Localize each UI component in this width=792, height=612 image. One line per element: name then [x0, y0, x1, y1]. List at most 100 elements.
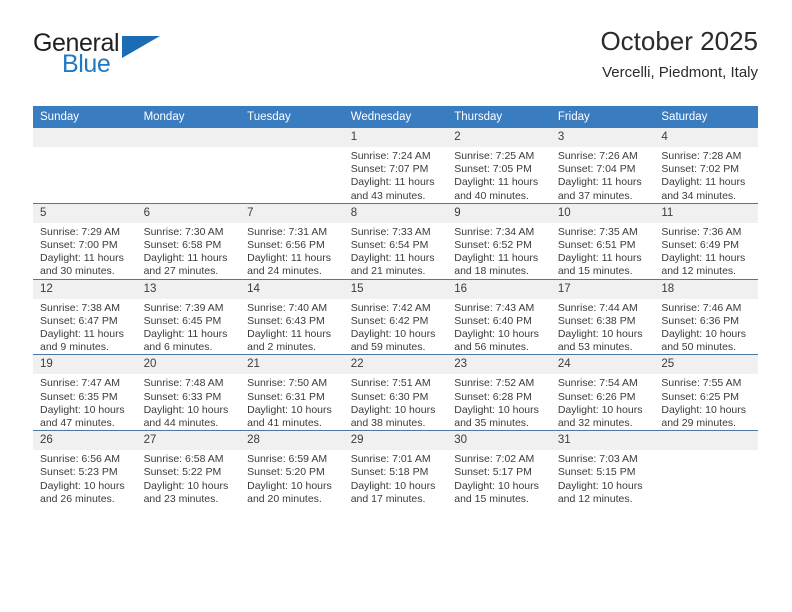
calendar-day-cell[interactable]: 8 Sunrise: 7:33 AM Sunset: 6:54 PM Daylight… — [343, 202, 448, 280]
title-block: October 2025 Vercelli, Piedmont, Italy — [600, 24, 758, 82]
calendar-day-cell[interactable]: 20 Sunrise: 7:48 AM Sunset: 6:33 PM Dayligh… — [136, 354, 241, 431]
sunset-text: Sunset: 7:07 PM — [350, 163, 429, 176]
sunset-text: Sunset: 6:45 PM — [143, 314, 222, 327]
sunset-text: Sunset: 7:05 PM — [454, 163, 532, 176]
day-info: Sunrise: 7:29 AM Sunset: 7:00 PM Daylight:… — [33, 223, 137, 279]
calendar-day-cell[interactable]: 2 Sunrise: 7:25 AM Sunset: 7:05 PM Daylight… — [447, 128, 551, 204]
day-number: 28 — [240, 431, 344, 451]
day-info: Sunrise: 7:34 AM Sunset: 6:52 PM Daylight:… — [447, 223, 551, 279]
calendar-day-cell[interactable]: 23 Sunrise: 7:52 AM Sunset: 6:28 PM Dayligh… — [447, 354, 551, 431]
sunrise-text: Sunrise: 7:25 AM — [454, 150, 535, 162]
day-number: 29 — [343, 431, 448, 451]
daylight-text: Daylight: 11 hours and 6 minutes. — [143, 328, 228, 354]
weekday-header-friday: Friday — [550, 106, 655, 128]
day-number: 1 — [343, 128, 448, 147]
sunrise-text: Sunrise: 7:02 AM — [454, 453, 535, 466]
calendar-day-cell[interactable]: 16 Sunrise: 7:43 AM Sunset: 6:40 PM Dayligh… — [447, 278, 551, 355]
sunrise-text: Sunrise: 7:33 AM — [350, 225, 431, 238]
calendar-day-cell[interactable]: 11 Sunrise: 7:36 AM Sunset: 6:49 PM Dayligh… — [654, 202, 758, 280]
sunrise-text: Sunrise: 7:36 AM — [661, 225, 742, 238]
sunset-text: Sunset: 6:25 PM — [661, 390, 740, 403]
day-info: Sunrise: 6:59 AM Sunset: 5:20 PM Daylight:… — [240, 450, 344, 506]
calendar-day-cell[interactable]: 13 Sunrise: 7:39 AM Sunset: 6:45 PM Dayligh… — [136, 278, 241, 355]
daylight-text: Daylight: 11 hours and 43 minutes. — [350, 176, 435, 202]
daylight-text: Daylight: 10 hours and 15 minutes. — [454, 479, 539, 505]
daylight-text: Daylight: 11 hours and 9 minutes. — [40, 328, 124, 354]
calendar-day-cell[interactable]: 6 Sunrise: 7:30 AM Sunset: 6:58 PM Daylight… — [136, 202, 241, 280]
calendar-day-cell[interactable]: 30 Sunrise: 7:02 AM Sunset: 5:17 PM Dayligh… — [447, 430, 551, 507]
day-number: 8 — [343, 203, 448, 223]
brand-name-blue: Blue — [62, 50, 111, 78]
sunrise-text: Sunrise: 7:55 AM — [661, 377, 742, 390]
calendar-day-cell[interactable]: 24 Sunrise: 7:54 AM Sunset: 6:26 PM Dayligh… — [550, 354, 655, 431]
sunset-text: Sunset: 6:33 PM — [143, 390, 222, 403]
day-number — [136, 128, 241, 147]
calendar-day-cell[interactable]: 19 Sunrise: 7:47 AM Sunset: 6:35 PM Dayligh… — [33, 354, 137, 431]
daylight-text: Daylight: 11 hours and 27 minutes. — [143, 252, 228, 278]
weekday-row: Sunday Monday Tuesday Wednesday Thursday Frid… — [33, 106, 758, 128]
calendar-week-row: 1 Sunrise: 7:24 AM Sunset: 7:07 PM Daylight… — [33, 128, 758, 204]
day-info: Sunrise: 7:02 AM Sunset: 5:17 PM Daylight:… — [447, 450, 551, 506]
day-info: Sunrise: 7:38 AM Sunset: 6:47 PM Daylight:… — [33, 299, 137, 355]
daylight-text: Daylight: 11 hours and 18 minutes. — [454, 252, 539, 278]
calendar-day-cell[interactable]: 18 Sunrise: 7:46 AM Sunset: 6:36 PM Dayligh… — [654, 278, 758, 355]
weekday-header-monday: Monday — [136, 106, 241, 128]
day-number — [33, 128, 137, 147]
calendar-day-cell[interactable]: 26 Sunrise: 6:56 AM Sunset: 5:23 PM Dayligh… — [33, 430, 137, 507]
sunrise-text: Sunrise: 7:26 AM — [557, 150, 638, 162]
calendar-table: Sunday Monday Tuesday Wednesday Thursday Frid… — [33, 106, 758, 507]
sunrise-text: Sunrise: 7:40 AM — [247, 301, 328, 314]
sunrise-text: Sunrise: 7:44 AM — [557, 301, 638, 314]
weekday-header-sunday: Sunday — [33, 106, 137, 128]
day-info: Sunrise: 7:52 AM Sunset: 6:28 PM Daylight:… — [447, 374, 551, 430]
daylight-text: Daylight: 10 hours and 26 minutes. — [40, 479, 125, 505]
calendar-week-row: 26 Sunrise: 6:56 AM Sunset: 5:23 PM Dayligh… — [33, 430, 758, 507]
calendar-day-cell[interactable]: 14 Sunrise: 7:40 AM Sunset: 6:43 PM Dayligh… — [240, 278, 344, 355]
triangle-icon — [122, 36, 160, 58]
weekday-header-thursday: Thursday — [447, 106, 551, 128]
calendar-day-cell[interactable]: 28 Sunrise: 6:59 AM Sunset: 5:20 PM Dayligh… — [240, 430, 344, 507]
calendar-day-cell[interactable]: 1 Sunrise: 7:24 AM Sunset: 7:07 PM Daylight… — [343, 128, 448, 204]
sunrise-text: Sunrise: 6:58 AM — [143, 453, 224, 466]
daylight-text: Daylight: 10 hours and 32 minutes. — [557, 403, 643, 430]
calendar-day-cell[interactable]: 25 Sunrise: 7:55 AM Sunset: 6:25 PM Dayligh… — [654, 354, 758, 431]
sunset-text: Sunset: 6:42 PM — [350, 314, 429, 327]
calendar-day-cell[interactable]: 9 Sunrise: 7:34 AM Sunset: 6:52 PM Daylight… — [447, 202, 551, 280]
calendar-day-cell[interactable]: 21 Sunrise: 7:50 AM Sunset: 6:31 PM Dayligh… — [240, 354, 344, 431]
calendar-day-cell[interactable]: 5 Sunrise: 7:29 AM Sunset: 7:00 PM Daylight… — [33, 202, 137, 280]
sunrise-text: Sunrise: 6:59 AM — [247, 453, 328, 466]
sunset-text: Sunset: 7:04 PM — [557, 163, 636, 176]
calendar-day-cell[interactable]: 27 Sunrise: 6:58 AM Sunset: 5:22 PM Dayligh… — [136, 430, 241, 507]
calendar-day-cell[interactable]: 22 Sunrise: 7:51 AM Sunset: 6:30 PM Dayligh… — [343, 354, 448, 431]
daylight-text: Daylight: 10 hours and 47 minutes. — [40, 403, 125, 430]
calendar-day-cell[interactable]: 29 Sunrise: 7:01 AM Sunset: 5:18 PM Dayligh… — [343, 430, 448, 507]
day-info: Sunrise: 7:36 AM Sunset: 6:49 PM Daylight:… — [654, 223, 758, 279]
day-number: 3 — [550, 128, 655, 147]
calendar-week-row: 12 Sunrise: 7:38 AM Sunset: 6:47 PM Dayligh… — [33, 278, 758, 355]
day-number: 19 — [33, 355, 137, 375]
day-info: Sunrise: 7:03 AM Sunset: 5:15 PM Daylight:… — [551, 450, 655, 506]
day-info: Sunrise: 7:28 AM Sunset: 7:02 PM Daylight:… — [654, 147, 758, 203]
sunset-text: Sunset: 5:23 PM — [40, 466, 118, 479]
sunset-text: Sunset: 6:47 PM — [40, 314, 118, 327]
sunrise-text: Sunrise: 7:46 AM — [661, 301, 742, 314]
calendar-day-cell[interactable]: 3 Sunrise: 7:26 AM Sunset: 7:04 PM Daylight… — [550, 128, 655, 204]
day-number: 12 — [33, 279, 137, 299]
daylight-text: Daylight: 10 hours and 20 minutes. — [247, 479, 332, 505]
calendar-day-cell[interactable]: 31 Sunrise: 7:03 AM Sunset: 5:15 PM Dayligh… — [550, 430, 655, 507]
sunrise-text: Sunrise: 6:56 AM — [40, 453, 120, 466]
day-number: 24 — [550, 355, 655, 375]
calendar-day-cell[interactable]: 10 Sunrise: 7:35 AM Sunset: 6:51 PM Dayligh… — [550, 202, 655, 280]
day-info: Sunrise: 7:26 AM Sunset: 7:04 PM Daylight:… — [551, 147, 655, 203]
calendar-day-cell[interactable]: 17 Sunrise: 7:44 AM Sunset: 6:38 PM Dayligh… — [550, 278, 655, 355]
calendar-day-cell[interactable]: 15 Sunrise: 7:42 AM Sunset: 6:42 PM Dayligh… — [343, 278, 448, 355]
day-number: 17 — [550, 279, 655, 299]
page-header: General Blue October 2025 Vercelli, Pied… — [33, 24, 758, 98]
day-info: Sunrise: 7:31 AM Sunset: 6:56 PM Daylight:… — [240, 223, 344, 279]
brand-logo[interactable]: General Blue — [33, 30, 163, 88]
calendar-day-cell[interactable]: 7 Sunrise: 7:31 AM Sunset: 6:56 PM Daylight… — [240, 202, 344, 280]
sunrise-text: Sunrise: 7:29 AM — [40, 225, 120, 238]
day-number: 18 — [654, 279, 758, 299]
calendar-day-cell[interactable]: 12 Sunrise: 7:38 AM Sunset: 6:47 PM Dayligh… — [33, 278, 137, 355]
calendar-day-cell[interactable]: 4 Sunrise: 7:28 AM Sunset: 7:02 PM Daylight… — [654, 128, 758, 204]
